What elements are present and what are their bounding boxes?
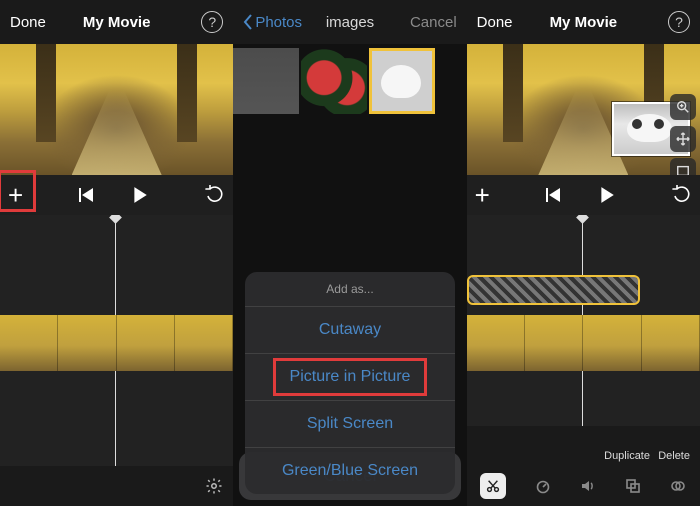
skip-back-icon[interactable] bbox=[79, 187, 95, 203]
overlay-tool-icon[interactable] bbox=[625, 478, 641, 494]
delete-button[interactable]: Delete bbox=[658, 450, 690, 462]
pane-editor-pip: Done My Movie ? + bbox=[467, 0, 700, 506]
timeline-clip-main[interactable] bbox=[467, 315, 700, 371]
option-green-blue-screen[interactable]: Green/Blue Screen bbox=[245, 447, 454, 494]
timeline[interactable] bbox=[467, 215, 700, 426]
settings-icon[interactable] bbox=[205, 477, 223, 495]
undo-icon[interactable] bbox=[672, 185, 692, 205]
done-button[interactable]: Done bbox=[10, 14, 46, 31]
action-sheet: Add as... Cutaway Picture in Picture Spl… bbox=[239, 444, 460, 500]
option-picture-in-picture[interactable]: Picture in Picture bbox=[245, 353, 454, 400]
picker-thumb[interactable] bbox=[301, 48, 367, 114]
option-cutaway[interactable]: Cutaway bbox=[245, 306, 454, 353]
option-split-screen[interactable]: Split Screen bbox=[245, 400, 454, 447]
sheet-title: Add as... bbox=[245, 272, 454, 306]
zoom-icon[interactable] bbox=[670, 94, 696, 120]
volume-tool-icon[interactable] bbox=[580, 478, 596, 494]
picker-thumb-selected[interactable] bbox=[369, 48, 435, 114]
preview-canvas bbox=[467, 44, 700, 175]
play-icon[interactable] bbox=[598, 186, 616, 204]
preview-canvas bbox=[0, 44, 233, 175]
timeline-pip-track[interactable] bbox=[467, 275, 640, 305]
help-icon[interactable]: ? bbox=[668, 11, 690, 33]
help-icon[interactable]: ? bbox=[201, 11, 223, 33]
done-button[interactable]: Done bbox=[477, 14, 513, 31]
pane-editor-initial: Done My Movie ? + bbox=[0, 0, 233, 506]
transport-bar: + bbox=[0, 175, 233, 215]
timeline-clip-main[interactable] bbox=[0, 315, 233, 371]
transport-bar: + bbox=[467, 175, 700, 215]
header-bar: Done My Movie ? bbox=[467, 0, 700, 44]
tool-bar bbox=[467, 466, 700, 506]
bottom-bar bbox=[0, 466, 233, 506]
pane-media-picker: Photos images Cancel Add as... Cutaway P… bbox=[233, 0, 466, 506]
picker-thumb[interactable] bbox=[233, 48, 299, 114]
skip-back-icon[interactable] bbox=[546, 187, 562, 203]
speed-tool-icon[interactable] bbox=[535, 478, 551, 494]
play-icon[interactable] bbox=[131, 186, 149, 204]
back-button[interactable]: Photos bbox=[243, 14, 302, 31]
cut-tool-icon[interactable] bbox=[480, 473, 506, 499]
add-media-button[interactable]: + bbox=[8, 180, 23, 211]
picker-header: Photos images Cancel bbox=[233, 0, 466, 44]
border-icon[interactable] bbox=[670, 158, 696, 175]
duplicate-button[interactable]: Duplicate bbox=[604, 450, 650, 462]
header-bar: Done My Movie ? bbox=[0, 0, 233, 44]
add-media-button[interactable]: + bbox=[475, 180, 490, 211]
filter-tool-icon[interactable] bbox=[670, 478, 686, 494]
cancel-button[interactable]: Cancel bbox=[410, 14, 457, 31]
picker-grid bbox=[233, 44, 466, 118]
undo-icon[interactable] bbox=[205, 185, 225, 205]
move-icon[interactable] bbox=[670, 126, 696, 152]
timeline[interactable] bbox=[0, 215, 233, 466]
preview-tools bbox=[670, 94, 696, 175]
preview-frame-autumn bbox=[0, 44, 233, 175]
